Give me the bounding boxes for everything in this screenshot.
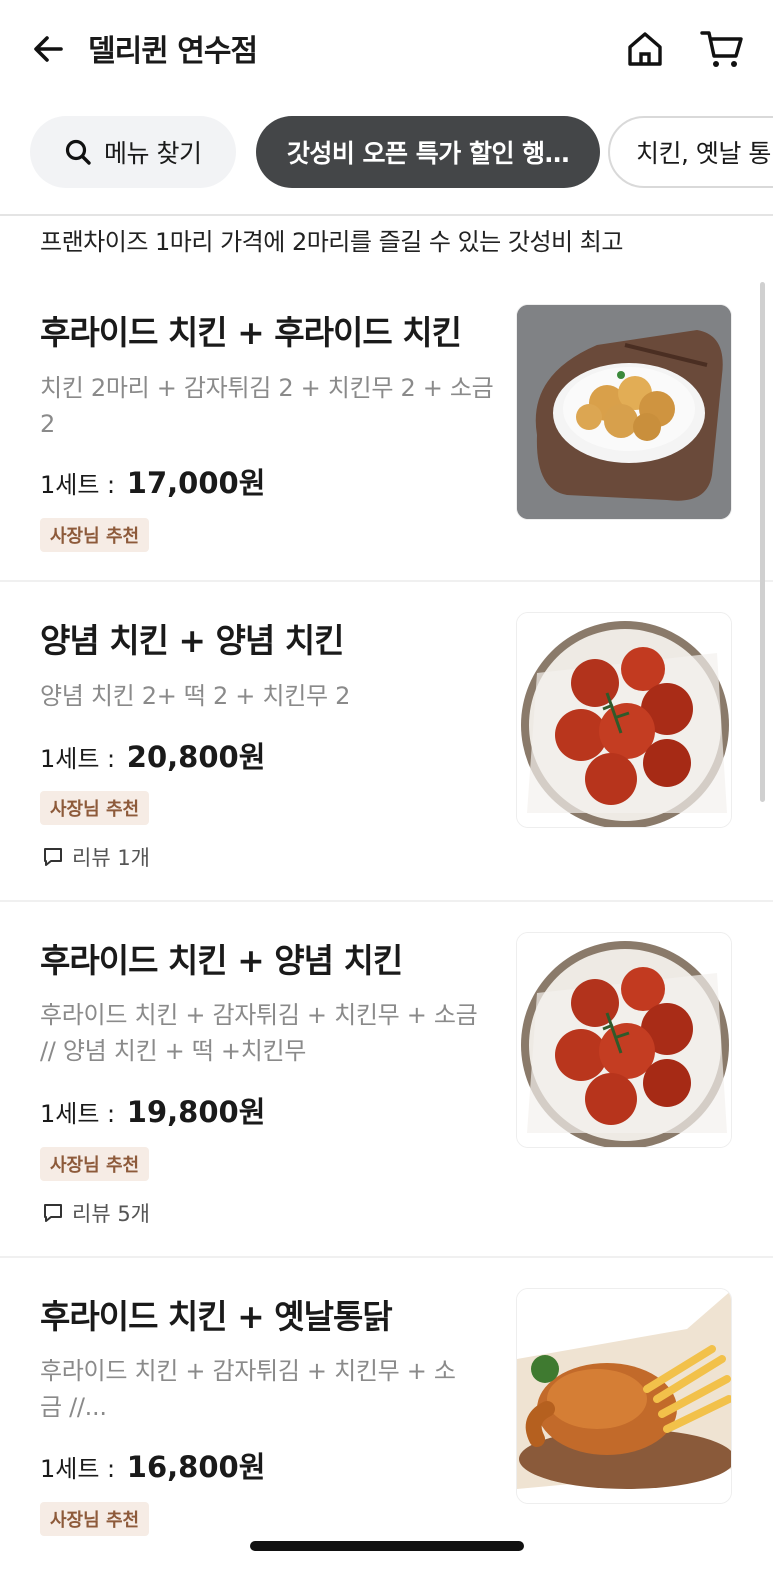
menu-item-photo: [516, 612, 732, 828]
price-prefix: 1세트 :: [40, 1100, 116, 1128]
whole-chicken-fries-image: [517, 1289, 731, 1503]
review-count-label: 리뷰 5개: [72, 1202, 150, 1226]
price-amount: 16,800원: [126, 1450, 266, 1484]
review-count[interactable]: 리뷰 1개: [42, 842, 150, 872]
seasoned-chicken-image: [517, 933, 731, 1147]
chip-active-category[interactable]: 갓성비 오픈 특가 할인 행…: [256, 116, 600, 188]
app-header: 델리퀸 연수점: [0, 0, 773, 100]
menu-item-name: 양념 치킨 + 양념 치킨: [40, 621, 344, 660]
owner-recommend-badge: 사장님 추천: [40, 1502, 150, 1536]
back-button[interactable]: [28, 28, 70, 70]
home-icon: [628, 32, 662, 66]
cart-icon: [700, 31, 743, 67]
fried-chicken-plate-image: [517, 305, 731, 519]
section-description: 프랜차이즈 1마리 가격에 2마리를 즐길 수 있는 갓성비 최고: [40, 228, 623, 256]
menu-item-price: 1세트 : 19,800원: [40, 1089, 265, 1131]
price-prefix: 1세트 :: [40, 1455, 116, 1483]
menu-item-photo: [516, 932, 732, 1148]
menu-item-price: 1세트 : 17,000원: [40, 460, 265, 502]
menu-item-name: 후라이드 치킨 + 옛날통닭: [40, 1297, 393, 1336]
menu-item-price: 1세트 : 20,800원: [40, 734, 265, 776]
menu-search-chip[interactable]: 메뉴 찾기: [30, 116, 236, 188]
cart-button[interactable]: [698, 26, 746, 72]
menu-item-price: 1세트 : 16,800원: [40, 1444, 265, 1486]
menu-item-description: 후라이드 치킨 + 감자튀김 + 치킨무 + 소금 //...: [40, 1357, 456, 1421]
owner-recommend-badge: 사장님 추천: [40, 518, 150, 552]
home-indicator[interactable]: [250, 1541, 524, 1551]
speech-bubble-icon: [44, 848, 62, 866]
price-amount: 20,800원: [126, 740, 266, 774]
chip-divider: [0, 214, 773, 216]
review-count-label: 리뷰 1개: [72, 846, 150, 870]
back-arrow-icon: [34, 36, 63, 62]
item-separator: [0, 900, 773, 902]
menu-search-label: 메뉴 찾기: [104, 139, 202, 168]
price-prefix: 1세트 :: [40, 471, 116, 499]
search-icon: [65, 139, 91, 165]
item-separator: [0, 1256, 773, 1258]
menu-item-description: 치킨 2마리 + 감자튀김 2 + 치킨무 2 + 소금 2: [40, 374, 494, 438]
price-amount: 19,800원: [126, 1095, 266, 1129]
item-separator: [0, 580, 773, 582]
owner-recommend-badge: 사장님 추천: [40, 1147, 150, 1181]
seasoned-chicken-image: [517, 613, 731, 827]
owner-recommend-badge: 사장님 추천: [40, 791, 150, 825]
menu-item-photo: [516, 1288, 732, 1504]
scrollbar[interactable]: [760, 282, 765, 802]
chip-next-category[interactable]: 치킨, 옛날 통닭: [608, 116, 773, 188]
category-chip-bar: 메뉴 찾기 갓성비 오픈 특가 할인 행… 치킨, 옛날 통닭: [0, 116, 773, 190]
price-prefix: 1세트 :: [40, 745, 116, 773]
menu-item-name: 후라이드 치킨 + 양념 치킨: [40, 941, 403, 980]
price-amount: 17,000원: [126, 466, 266, 500]
page-title: 델리퀸 연수점: [88, 34, 258, 69]
menu-item-description: 양념 치킨 2+ 떡 2 + 치킨무 2: [40, 682, 351, 710]
menu-item-photo: [516, 304, 732, 520]
review-count[interactable]: 리뷰 5개: [42, 1198, 150, 1228]
menu-item-description: 후라이드 치킨 + 감자튀김 + 치킨무 + 소금 // 양념 치킨 + 떡 +…: [40, 1001, 478, 1065]
menu-item-name: 후라이드 치킨 + 후라이드 치킨: [40, 313, 462, 352]
home-button[interactable]: [622, 26, 668, 72]
speech-bubble-icon: [44, 1204, 62, 1222]
